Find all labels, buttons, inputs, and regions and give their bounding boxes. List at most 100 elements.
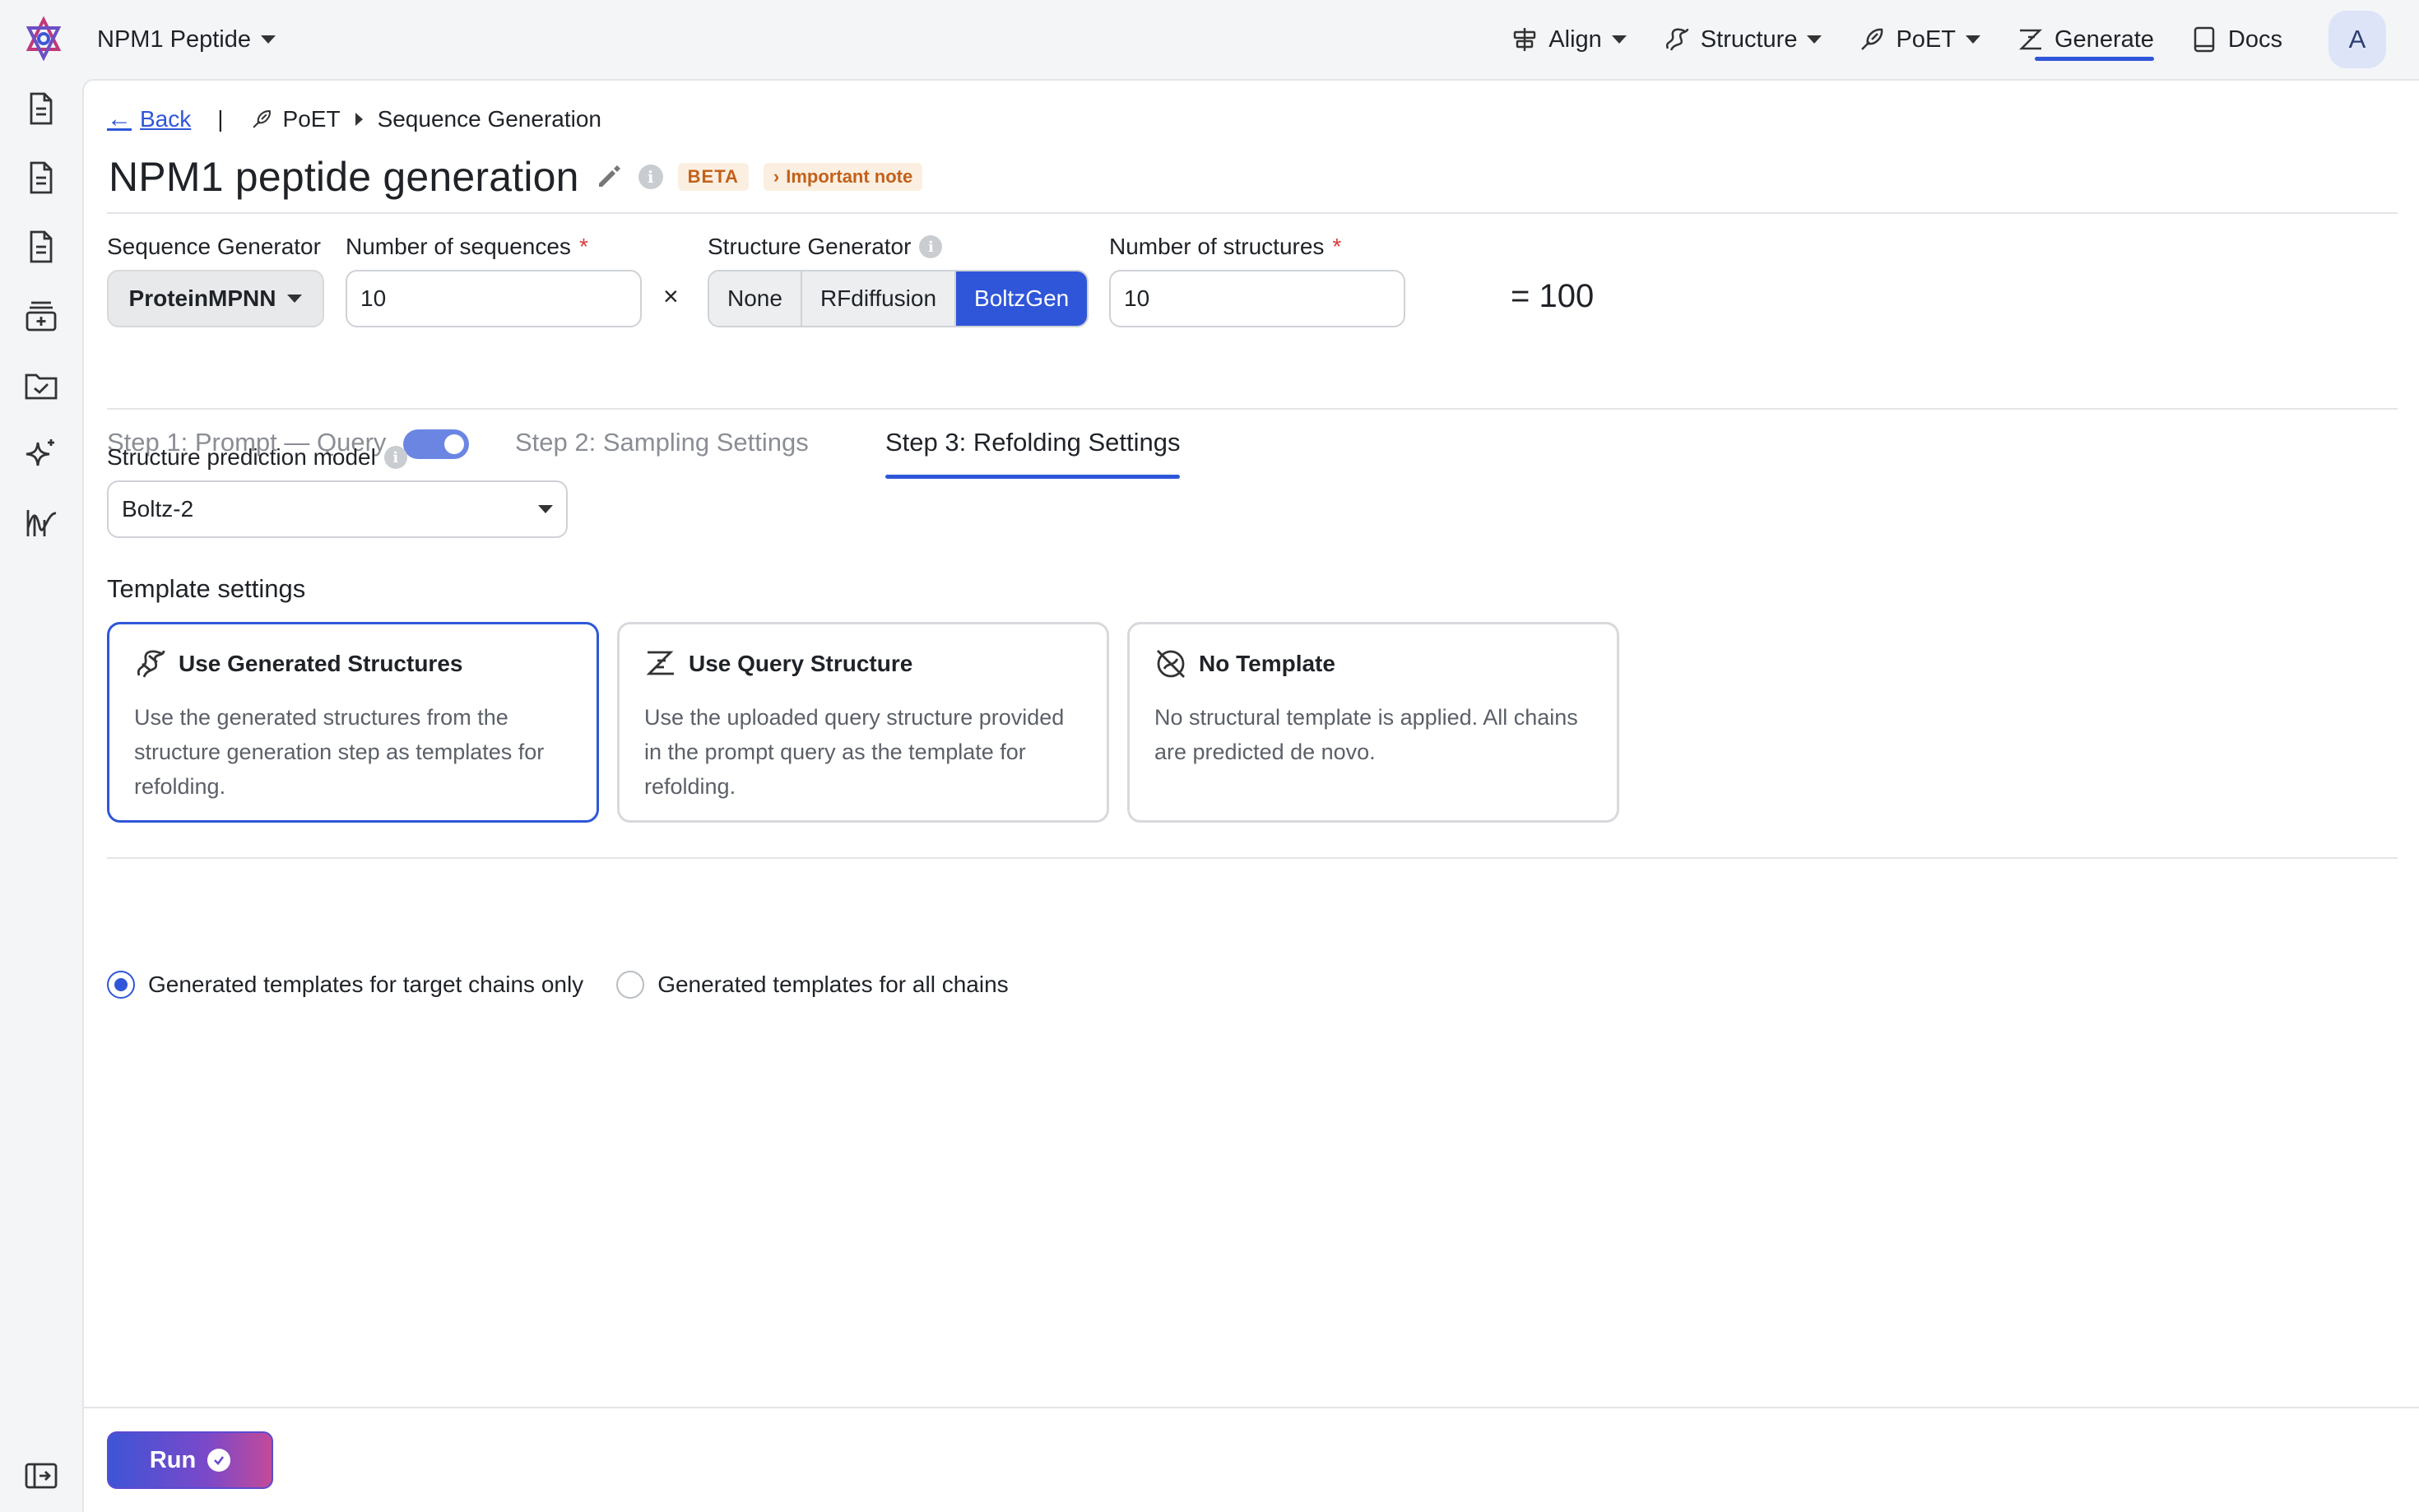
align-icon <box>1514 28 1536 51</box>
dataset-add-icon <box>26 301 57 332</box>
sequence-generator-label: Sequence Generator <box>107 234 321 259</box>
poet-icon <box>1861 28 1883 50</box>
radio-button[interactable] <box>107 971 135 999</box>
sidebar-item-document-1[interactable] <box>23 90 59 127</box>
sidebar-item-chart[interactable] <box>23 505 59 541</box>
multiply-sign: × <box>663 281 679 311</box>
sidebar-collapse-button[interactable] <box>23 1458 59 1494</box>
nav-structure[interactable]: Structure <box>1645 0 1841 79</box>
card-title: No Template <box>1199 651 1335 676</box>
docs-icon <box>2194 26 2215 53</box>
breadcrumb-current: Sequence Generation <box>377 106 601 132</box>
document-icon <box>30 161 53 194</box>
structure-model-select[interactable]: Boltz-2 <box>107 480 568 538</box>
structure-generator-boltzgen[interactable]: BoltzGen <box>956 271 1088 326</box>
project-name: NPM1 Peptide <box>97 26 251 53</box>
sidebar <box>0 79 82 1512</box>
folder-check-icon <box>25 373 58 400</box>
no-template-icon <box>1157 650 1185 678</box>
breadcrumb-separator: | <box>217 106 224 132</box>
chart-wave-icon <box>26 510 57 536</box>
tabs-divider <box>107 408 2398 410</box>
chevron-right-icon <box>355 113 363 126</box>
info-icon[interactable]: i <box>638 165 663 189</box>
app-logo-icon[interactable] <box>21 16 66 61</box>
generate-icon <box>646 651 674 675</box>
structure-icon <box>137 650 165 678</box>
generate-icon <box>2018 29 2043 50</box>
structure-icon <box>1665 28 1689 51</box>
nav-generate[interactable]: Generate <box>1999 0 2172 79</box>
step-tabs: Step 1: Prompt — Query Step 2: Sampling … <box>107 418 2398 489</box>
card-description: Use the uploaded query structure provide… <box>644 705 1065 799</box>
chevron-down-icon <box>261 35 276 44</box>
title-row: NPM1 peptide generation i BETA › Importa… <box>109 153 923 201</box>
template-card-generated[interactable]: Use Generated Structures Use the generat… <box>107 622 599 823</box>
radio-button[interactable] <box>616 971 645 999</box>
chevron-right-icon: › <box>773 166 780 187</box>
top-nav: Align Structure PoET Generate Docs A <box>1493 0 2386 79</box>
app-root: NPM1 Peptide Align Structure PoET Genera… <box>0 0 2419 1512</box>
check-circle-icon <box>207 1449 231 1472</box>
num-sequences-input[interactable]: 10 <box>346 270 642 327</box>
tab-step-2[interactable]: Step 2: Sampling Settings <box>515 418 809 467</box>
query-toggle[interactable] <box>403 429 469 459</box>
breadcrumb-poet[interactable]: PoET <box>250 106 341 132</box>
nav-poet[interactable]: PoET <box>1840 0 1999 79</box>
structure-generator-segmented: None RFdiffusion BoltzGen <box>708 270 1089 327</box>
project-selector[interactable]: NPM1 Peptide <box>97 23 276 56</box>
back-link[interactable]: ← Back <box>107 105 191 133</box>
sidebar-item-document-3[interactable] <box>23 229 59 265</box>
breadcrumb: ← Back | PoET Sequence Generation <box>107 105 601 133</box>
sparkle-icon <box>26 439 54 466</box>
radio-all-chains[interactable]: Generated templates for all chains <box>616 971 1009 999</box>
info-icon[interactable]: i <box>919 235 943 258</box>
document-icon <box>30 92 53 125</box>
document-icon <box>30 230 53 263</box>
num-structures-label: Number of structures * <box>1109 234 1342 259</box>
nav-align[interactable]: Align <box>1493 0 1645 79</box>
divider <box>107 857 2398 859</box>
required-mark: * <box>1332 234 1342 259</box>
main-panel: ← Back | PoET Sequence Generation NPM1 p… <box>82 79 2419 1512</box>
sidebar-item-folder[interactable] <box>23 367 59 403</box>
poet-icon <box>252 110 271 128</box>
run-button[interactable]: Run <box>107 1431 273 1489</box>
user-avatar[interactable]: A <box>2328 11 2386 68</box>
template-card-none[interactable]: No Template No structural template is ap… <box>1127 622 1619 823</box>
template-card-query[interactable]: Use Query Structure Use the uploaded que… <box>617 622 1109 823</box>
page-title: NPM1 peptide generation <box>109 154 579 200</box>
structure-model-label: Structure prediction model i <box>107 444 407 471</box>
chevron-down-icon <box>538 505 553 513</box>
sequence-generator-dropdown[interactable]: ProteinMPNN <box>107 270 324 327</box>
total-count: = 100 <box>1511 278 1595 314</box>
chevron-down-icon <box>1807 35 1822 44</box>
footer-bar: Run <box>84 1407 2419 1512</box>
pencil-icon[interactable] <box>594 162 624 192</box>
chevron-down-icon <box>287 295 303 303</box>
template-settings-title: Template settings <box>107 574 306 603</box>
info-icon[interactable]: i <box>383 446 407 469</box>
structure-generator-rfdiffusion[interactable]: RFdiffusion <box>801 271 957 326</box>
sidebar-item-dataset-add[interactable] <box>23 298 59 334</box>
num-sequences-label: Number of sequences * <box>346 234 588 259</box>
card-description: Use the generated structures from the st… <box>134 705 545 799</box>
card-title: Use Query Structure <box>689 651 913 676</box>
sidebar-item-document-2[interactable] <box>23 160 59 196</box>
nav-docs[interactable]: Docs <box>2172 0 2301 79</box>
divider <box>107 212 2398 214</box>
structure-generator-none[interactable]: None <box>709 271 802 326</box>
beta-badge: BETA <box>677 163 749 191</box>
radio-target-chains[interactable]: Generated templates for target chains on… <box>107 971 583 999</box>
tab-step-3[interactable]: Step 3: Refolding Settings <box>885 418 1181 479</box>
chevron-down-icon <box>1611 35 1627 44</box>
structure-generator-label: Structure Generator i <box>708 234 943 260</box>
top-bar: NPM1 Peptide Align Structure PoET Genera… <box>0 0 2419 79</box>
template-scope-radios: Generated templates for target chains on… <box>107 971 1009 999</box>
card-description: No structural template is applied. All c… <box>1154 705 1578 764</box>
important-note-badge[interactable]: › Important note <box>763 163 923 191</box>
sidebar-item-sparkle[interactable] <box>23 436 59 472</box>
sidebar-expand-icon <box>25 1463 58 1489</box>
card-title: Use Generated Structures <box>179 651 463 676</box>
num-structures-input[interactable]: 10 <box>1109 270 1405 327</box>
